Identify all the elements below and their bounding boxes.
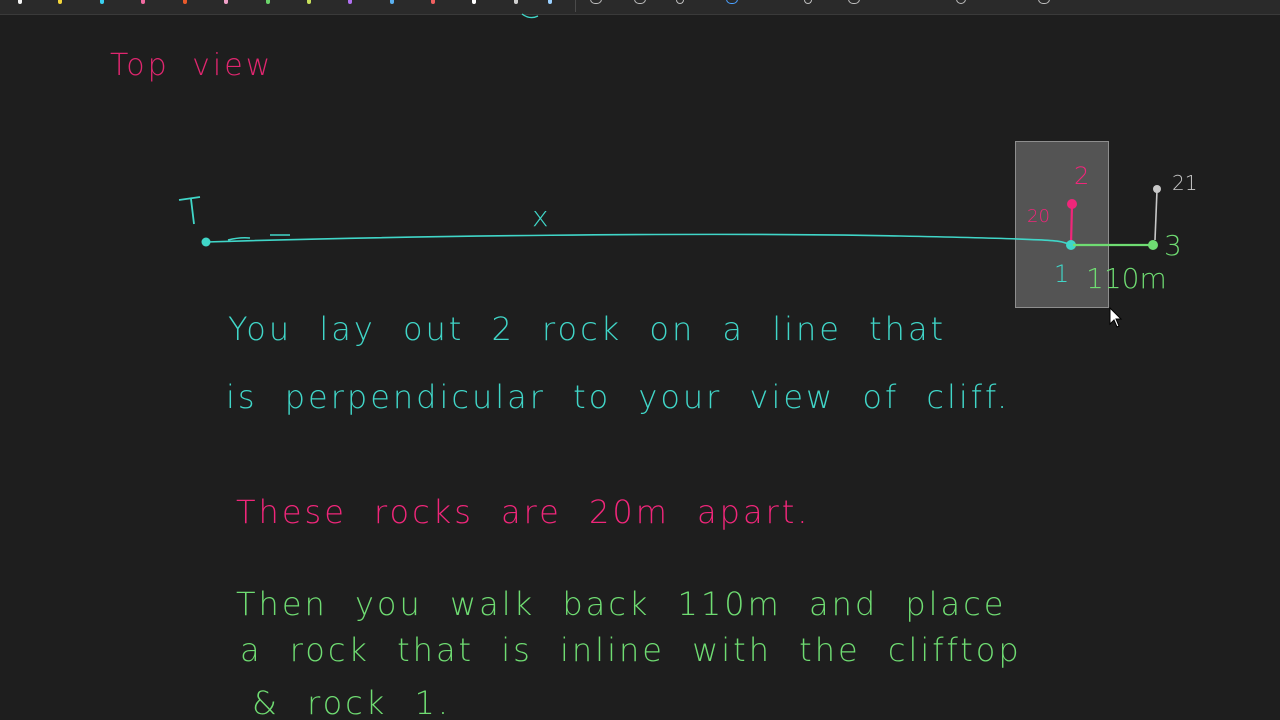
note-line-2: is perpendicular to your view of cliff.: [226, 378, 1011, 416]
label-21: 21: [1172, 171, 1197, 195]
point-t: [201, 237, 211, 247]
note-line-4: Then you walk back 110m and place: [236, 585, 1007, 623]
whiteboard-app: Top view x 2 20 1 3 110m 21 You lay out …: [0, 0, 1280, 720]
label-3: 3: [1164, 229, 1182, 262]
point-rock-2: [1067, 199, 1077, 209]
label-x: x: [532, 200, 549, 233]
point-rock-3: [1148, 240, 1158, 250]
line-x: [205, 233, 1073, 245]
label-2: 2: [1074, 162, 1089, 190]
mouse-cursor-icon: [1109, 307, 1123, 328]
note-line-1: You lay out 2 rock on a line that: [228, 310, 947, 348]
label-1: 1: [1054, 260, 1069, 288]
note-line-5: a rock that is inline with the clifftop: [240, 631, 1022, 669]
stroke-dash-1: [227, 236, 251, 241]
point-grey: [1153, 185, 1161, 193]
label-t-strokes: [178, 196, 201, 225]
label-20: 20: [1027, 206, 1050, 227]
label-110m: 110m: [1086, 262, 1167, 295]
note-line-3: These rocks are 20m apart.: [236, 493, 811, 531]
segment-grey: [1154, 189, 1158, 241]
note-line-6: & rock 1.: [252, 684, 451, 720]
stroke-top: [521, 13, 539, 19]
segment-rock1-rock2: [1069, 204, 1074, 245]
